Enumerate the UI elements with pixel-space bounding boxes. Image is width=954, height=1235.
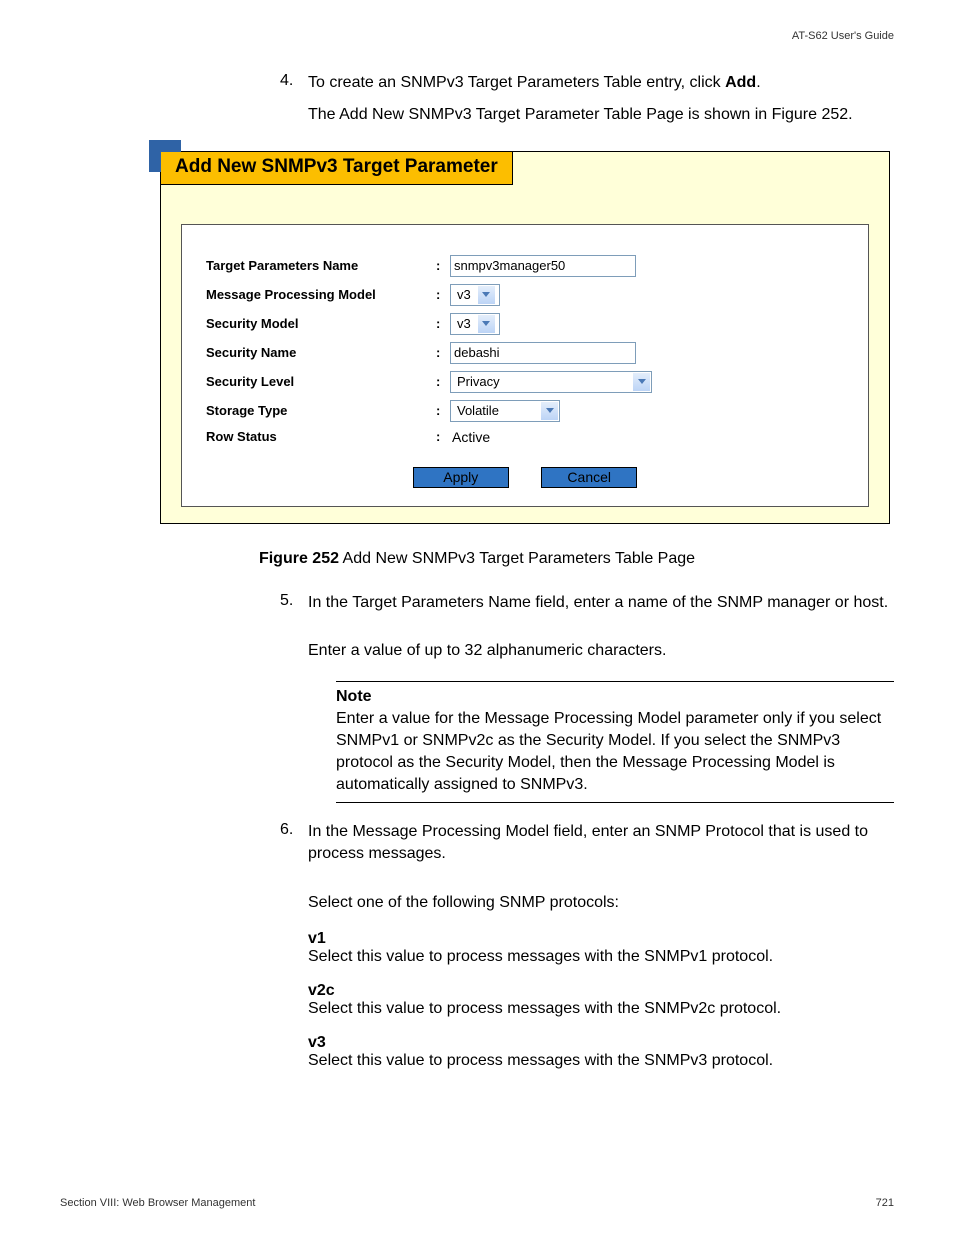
protocol-v1-term: v1 (308, 930, 894, 948)
chevron-down-icon (633, 373, 650, 391)
protocol-v3-term: v3 (308, 1034, 894, 1052)
select-storage-type[interactable]: Volatile (450, 400, 560, 422)
step-5: 5. In the Target Parameters Name field, … (280, 592, 894, 624)
chevron-down-icon (541, 402, 558, 420)
protocol-v2c-desc: Select this value to process messages wi… (308, 1000, 894, 1018)
figure-caption: Figure 252 Add New SNMPv3 Target Paramet… (60, 550, 894, 568)
step-6: 6. In the Message Processing Model field… (280, 821, 894, 876)
step-6-line1: In the Message Processing Model field, e… (308, 821, 894, 866)
figure-title: Add New SNMPv3 Target Parameters Table P… (339, 550, 695, 567)
step-4-number: 4. (280, 72, 308, 137)
step-4-text-c: . (756, 74, 760, 91)
label-row-status: Row Status (206, 429, 436, 444)
step-6-line2: Select one of the following SNMP protoco… (308, 892, 894, 914)
input-security-name[interactable] (450, 342, 636, 364)
step-4-add-word: Add (725, 74, 756, 91)
select-sm-value: v3 (451, 314, 477, 334)
label-security-name: Security Name (206, 345, 436, 360)
note-heading: Note (336, 686, 894, 708)
form-area: Target Parameters Name : Message Process… (181, 224, 869, 507)
chevron-down-icon (478, 315, 495, 333)
step-5-number: 5. (280, 592, 308, 624)
apply-button[interactable]: Apply (413, 467, 509, 488)
figure-number: Figure 252 (259, 550, 339, 567)
protocol-v1-desc: Select this value to process messages wi… (308, 948, 894, 966)
protocol-v2c-term: v2c (308, 982, 894, 1000)
figure-252: Add New SNMPv3 Target Parameter Target P… (160, 151, 890, 524)
select-security-model[interactable]: v3 (450, 313, 500, 335)
input-target-parameters-name[interactable] (450, 255, 636, 277)
label-security-model: Security Model (206, 316, 436, 331)
step-4: 4. To create an SNMPv3 Target Parameters… (280, 72, 894, 137)
note-body: Enter a value for the Message Processing… (336, 708, 894, 796)
panel-title: Add New SNMPv3 Target Parameter (161, 152, 513, 185)
panel-accent-left (149, 140, 161, 172)
footer-section: Section VIII: Web Browser Management (60, 1197, 255, 1209)
ui-panel: Add New SNMPv3 Target Parameter Target P… (160, 151, 890, 524)
step-6-number: 6. (280, 821, 308, 876)
label-security-level: Security Level (206, 374, 436, 389)
protocol-v3-desc: Select this value to process messages wi… (308, 1052, 894, 1070)
step-5-line2: Enter a value of up to 32 alphanumeric c… (308, 640, 894, 662)
note-block: Note Enter a value for the Message Proce… (336, 681, 894, 803)
select-sl-value: Privacy (451, 372, 506, 392)
select-security-level[interactable]: Privacy (450, 371, 652, 393)
cancel-button[interactable]: Cancel (541, 467, 637, 488)
label-storage-type: Storage Type (206, 403, 436, 418)
select-mpm-value: v3 (451, 285, 477, 305)
chevron-down-icon (478, 286, 495, 304)
page-header-guide: AT-S62 User's Guide (60, 30, 894, 42)
select-st-value: Volatile (451, 401, 505, 421)
label-message-processing-model: Message Processing Model (206, 287, 436, 302)
label-target-parameters-name: Target Parameters Name (206, 258, 436, 273)
value-row-status: Active (450, 429, 490, 445)
footer-page-number: 721 (876, 1197, 894, 1209)
step-4-line2: The Add New SNMPv3 Target Parameter Tabl… (308, 104, 894, 126)
select-message-processing-model[interactable]: v3 (450, 284, 500, 306)
step-5-line1: In the Target Parameters Name field, ent… (308, 592, 894, 614)
step-4-text-a: To create an SNMPv3 Target Parameters Ta… (308, 74, 725, 91)
